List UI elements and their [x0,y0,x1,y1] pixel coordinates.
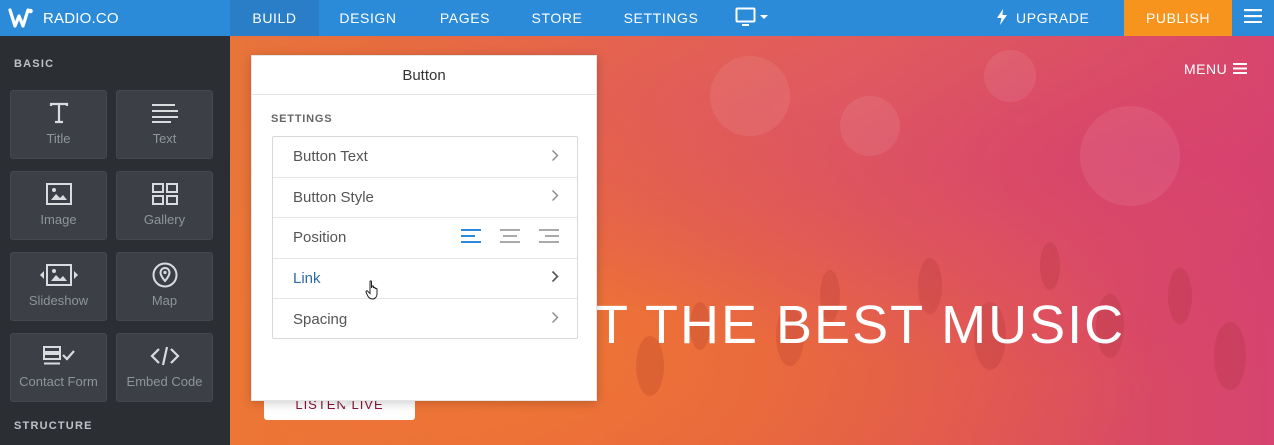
element-gallery[interactable]: Gallery [116,171,213,240]
text-lines-icon [151,100,179,126]
map-pin-icon [152,262,178,288]
device-switcher[interactable] [724,0,780,36]
setting-button-text[interactable]: Button Text [273,137,577,178]
button-settings-popover: Button SETTINGS Button Text Button Style… [251,55,597,401]
elements-sidebar: BASIC Title Text Image Gallery Slideshow [0,36,230,445]
element-text[interactable]: Text [116,90,213,159]
position-alignment-group [461,228,559,247]
nav-store[interactable]: STORE [513,0,601,36]
element-text-label: Text [152,131,177,146]
element-map[interactable]: Map [116,252,213,321]
settings-section-label: SETTINGS [271,113,333,125]
settings-list: Button Text Button Style Position Link S… [272,136,578,339]
lightning-icon [996,8,1016,28]
chevron-right-icon [551,148,559,165]
align-center-icon[interactable] [500,228,520,247]
hero-heading[interactable]: T THE BEST MUSIC [595,294,1125,356]
setting-position-label: Position [293,229,347,247]
publish-button[interactable]: PUBLISH [1124,0,1232,36]
element-image[interactable]: Image [10,171,107,240]
title-T-icon [48,100,70,126]
chevron-right-icon [551,270,559,287]
setting-link-label: Link [293,269,321,287]
setting-spacing-label: Spacing [293,310,348,328]
nav-design[interactable]: DESIGN [319,0,417,36]
chevron-right-icon [551,311,559,328]
element-contact-form-label: Contact Form [19,374,98,389]
element-title-label: Title [46,131,71,146]
element-contact-form[interactable]: Contact Form [10,333,107,402]
hamburger-icon [1227,61,1248,77]
brand[interactable]: RADIO.CO [0,0,230,36]
setting-spacing[interactable]: Spacing [273,299,577,340]
element-map-label: Map [151,293,178,308]
gallery-grid-icon [151,181,178,207]
element-embed-code[interactable]: Embed Code [116,333,213,402]
slideshow-icon [39,262,79,288]
align-left-icon[interactable] [461,228,481,247]
hand-pointer-cursor-icon [365,280,381,305]
main-menu-button[interactable] [1232,0,1274,36]
upgrade-button[interactable]: UPGRADE [996,0,1114,36]
hamburger-icon [1244,8,1262,28]
weebly-w-icon [8,5,34,31]
element-gallery-label: Gallery [143,212,186,227]
section-structure-label: STRUCTURE [14,420,93,432]
site-menu-link[interactable]: MENU [1184,61,1248,77]
setting-button-text-label: Button Text [293,148,368,166]
top-bar: RADIO.CO BUILD DESIGN PAGES STORE SETTIN… [0,0,1274,36]
nav-pages[interactable]: PAGES [417,0,513,36]
upgrade-label: UPGRADE [1016,10,1090,26]
contact-form-icon [42,343,75,369]
element-image-label: Image [40,212,77,227]
embed-code-icon [149,343,180,369]
setting-button-style-label: Button Style [293,188,374,206]
element-slideshow[interactable]: Slideshow [10,252,107,321]
section-basic-label: BASIC [14,58,55,70]
chevron-right-icon [551,189,559,206]
site-menu-label: MENU [1184,61,1228,77]
setting-position: Position [273,218,577,259]
desktop-monitor-icon [735,7,769,30]
setting-link[interactable]: Link [273,259,577,299]
element-slideshow-label: Slideshow [28,293,89,308]
element-embed-code-label: Embed Code [126,374,203,389]
align-right-icon[interactable] [539,228,559,247]
nav-build[interactable]: BUILD [230,0,319,36]
image-icon [45,181,72,207]
setting-button-style[interactable]: Button Style [273,178,577,218]
nav-settings[interactable]: SETTINGS [601,0,721,36]
popover-title: Button [252,56,596,95]
element-title[interactable]: Title [10,90,107,159]
site-name: RADIO.CO [43,9,119,27]
